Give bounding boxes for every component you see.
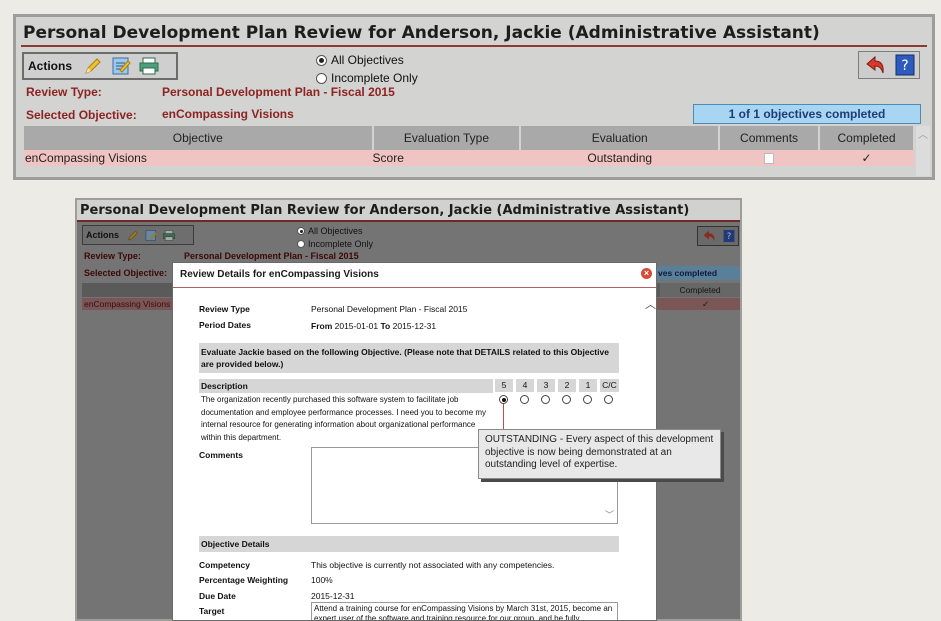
modal-review-type-label: Review Type — [199, 304, 250, 314]
notes-icon — [144, 229, 158, 242]
objectives-table: Objective Evaluation Type Evaluation Com… — [24, 126, 915, 166]
dimmed-review-type-value: Personal Development Plan - Fiscal 2015 — [184, 251, 359, 261]
dimmed-cell-objective: enCompassing Visions — [84, 299, 171, 309]
tooltip-pointer — [503, 404, 504, 430]
help-icon: ? — [723, 228, 735, 244]
radio-incomplete-only[interactable] — [316, 72, 327, 84]
dimmed-page-title: Personal Development Plan Review for And… — [77, 200, 740, 222]
page-title: Personal Development Plan Review for And… — [21, 19, 927, 47]
dimmed-filter-all-label: All Objectives — [308, 226, 363, 236]
pencil-icon — [126, 229, 140, 242]
dimmed-filter-all: All Objectives — [297, 226, 363, 236]
objective-description: The organization recently purchased this… — [201, 395, 487, 442]
rating-radio-5[interactable] — [499, 395, 508, 404]
dimmed-review-type-label: Review Type: — [84, 251, 141, 261]
cell-objective: enCompassing Visions — [24, 150, 373, 166]
rating-tooltip: OUTSTANDING - Every aspect of this devel… — [478, 429, 721, 479]
col-objective[interactable]: Objective — [24, 126, 374, 150]
selected-objective-value: enCompassing Visions — [162, 107, 294, 121]
due-date-value: 2015-12-31 — [311, 591, 355, 601]
radio-all-objectives[interactable] — [316, 54, 327, 66]
printer-icon[interactable] — [138, 56, 160, 76]
dimmed-actions-label: Actions — [86, 230, 120, 240]
close-icon[interactable]: × — [641, 268, 652, 279]
notes-icon[interactable] — [110, 56, 132, 76]
filter-incomplete-only[interactable]: Incomplete Only — [316, 71, 418, 85]
modal-period-dates: From 2015-01-01 To 2015-12-31 — [311, 321, 436, 331]
filter-incomplete-label: Incomplete Only — [331, 71, 418, 85]
comment-icon[interactable] — [719, 150, 820, 166]
target-label: Target — [199, 606, 225, 616]
review-type-value: Personal Development Plan - Fiscal 2015 — [162, 85, 395, 99]
due-date-label: Due Date — [199, 591, 236, 601]
competency-label: Competency — [199, 560, 251, 570]
dimmed-cell-completed: ✓ — [702, 299, 710, 309]
cell-evaluation: Outstanding — [520, 150, 720, 166]
objective-details-header: Objective Details — [199, 536, 619, 552]
plan-review-panel: Personal Development Plan Review for And… — [13, 14, 935, 180]
filter-all-objectives[interactable]: All Objectives — [316, 53, 404, 67]
filter-all-label: All Objectives — [331, 53, 404, 67]
dimmed-filter-incomplete: Incomplete Only — [297, 239, 373, 249]
weighting-value: 100% — [311, 575, 333, 585]
rating-radio-1[interactable] — [583, 395, 592, 404]
period-to-value: 2015-12-31 — [392, 321, 437, 331]
top-right-toolbar: ? — [858, 51, 920, 79]
rating-radio-2[interactable] — [562, 395, 571, 404]
evaluation-instruction: Evaluate Jackie based on the following O… — [199, 343, 619, 373]
modal-period-label: Period Dates — [199, 320, 251, 330]
table-row[interactable]: enCompassing Visions Score Outstanding ✓ — [24, 150, 914, 166]
dimmed-actions-toolbar: Actions — [82, 225, 194, 245]
rating-radio-4[interactable] — [520, 395, 529, 404]
actions-toolbar: Actions — [22, 52, 178, 80]
dimmed-col-completed: Completed — [660, 283, 740, 297]
rating-col-1: 1 — [579, 379, 597, 392]
modal-title: Review Details for enCompassing Visions — [173, 263, 656, 288]
pencil-icon[interactable] — [82, 56, 104, 76]
description-header: Description — [199, 379, 493, 393]
comments-label: Comments — [199, 450, 243, 460]
modal-scroll-up[interactable]: ︿ — [645, 296, 656, 314]
competency-value: This objective is currently not associat… — [311, 560, 555, 570]
rating-radio-cc[interactable] — [604, 395, 613, 404]
help-icon[interactable]: ? — [895, 54, 915, 76]
objectives-progress: 1 of 1 objectives completed — [693, 104, 921, 124]
modal-review-type-value: Personal Development Plan - Fiscal 2015 — [311, 304, 468, 314]
actions-label: Actions — [28, 59, 73, 73]
weighting-label: Percentage Weighting — [199, 575, 289, 585]
review-type-label: Review Type: — [26, 85, 102, 99]
rating-col-3: 3 — [537, 379, 555, 392]
printer-icon — [162, 229, 176, 242]
back-arrow-icon[interactable] — [863, 54, 887, 76]
cell-evaluation-type: Score — [372, 150, 521, 166]
target-value: Attend a training course for enCompassin… — [311, 602, 618, 620]
rating-col-4: 4 — [516, 379, 534, 392]
rating-col-2: 2 — [558, 379, 576, 392]
rating-col-5: 5 — [495, 379, 513, 392]
period-from-label: From — [311, 321, 333, 331]
svg-text:?: ? — [901, 58, 908, 74]
cell-completed: ✓ — [819, 150, 914, 166]
rating-radio-3[interactable] — [541, 395, 550, 404]
table-scrollbar[interactable]: ︿ — [916, 126, 930, 176]
rating-col-cc: C/C — [600, 379, 619, 392]
svg-text:?: ? — [727, 231, 731, 241]
period-to-label: To — [380, 321, 391, 331]
dimmed-filter-incomplete-label: Incomplete Only — [308, 239, 374, 249]
col-evaluation[interactable]: Evaluation — [520, 126, 721, 150]
dimmed-objectives-progress: ves completed — [655, 266, 740, 280]
col-completed[interactable]: Completed — [819, 126, 915, 150]
dimmed-top-right-toolbar: ? — [697, 226, 739, 246]
selected-objective-label: Selected Objective: — [26, 108, 137, 122]
dimmed-selected-objective-label: Selected Objective: — [84, 268, 168, 278]
period-from-value: 2015-01-01 — [334, 321, 379, 331]
col-evaluation-type[interactable]: Evaluation Type — [372, 126, 522, 150]
col-comments[interactable]: Comments — [719, 126, 821, 150]
back-arrow-icon — [701, 228, 717, 244]
